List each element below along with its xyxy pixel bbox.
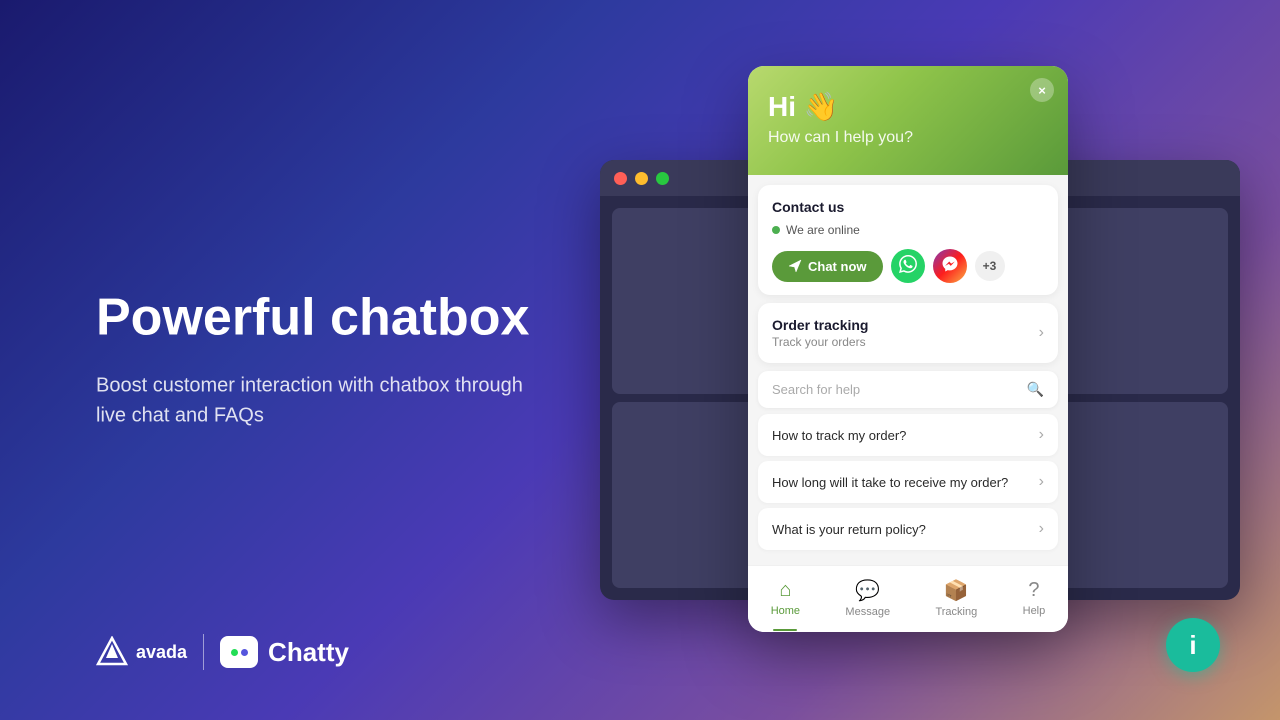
nav-message[interactable]: 💬 Message xyxy=(829,574,906,622)
faq-item-2[interactable]: How long will it take to receive my orde… xyxy=(758,461,1058,503)
sub-text: Boost customer interaction with chatbox … xyxy=(96,371,556,431)
info-button[interactable]: i xyxy=(1166,618,1220,672)
nav-help-label: Help xyxy=(1023,605,1046,617)
browser-dot-yellow xyxy=(635,172,648,185)
chat-now-button[interactable]: Chat now xyxy=(772,251,883,282)
main-heading: Powerful chatbox xyxy=(96,289,556,346)
online-dot xyxy=(772,226,780,234)
avada-label: avada xyxy=(136,642,187,663)
search-container[interactable]: Search for help 🔍 xyxy=(758,371,1058,408)
chatty-icon xyxy=(220,636,258,668)
faq-item-3[interactable]: What is your return policy? › xyxy=(758,508,1058,550)
order-tracking-title: Order tracking xyxy=(772,317,868,333)
nav-help[interactable]: ? Help xyxy=(1007,575,1062,621)
search-icon: 🔍 xyxy=(1027,381,1044,398)
chat-subgreeting: How can I help you? xyxy=(768,129,1048,147)
more-channels-button[interactable]: +3 xyxy=(975,251,1005,281)
logo-divider xyxy=(203,634,204,670)
faq-chevron-1: › xyxy=(1039,426,1044,444)
tracking-icon: 📦 xyxy=(944,578,969,603)
chat-header: × Hi 👋 How can I help you? xyxy=(748,66,1068,175)
nav-tracking[interactable]: 📦 Tracking xyxy=(919,574,993,622)
send-icon xyxy=(788,259,802,273)
avada-logo: avada xyxy=(96,636,187,668)
help-icon: ? xyxy=(1028,579,1039,602)
order-tracking-card[interactable]: Order tracking Track your orders › xyxy=(758,303,1058,363)
whatsapp-button[interactable] xyxy=(891,249,925,283)
online-status: We are online xyxy=(772,223,1044,237)
faq-text-3: What is your return policy? xyxy=(772,522,926,537)
chat-greeting: Hi 👋 xyxy=(768,90,1048,123)
close-button[interactable]: × xyxy=(1030,78,1054,102)
logo-area: avada Chatty xyxy=(96,634,349,670)
online-text: We are online xyxy=(786,223,860,237)
left-content: Powerful chatbox Boost customer interact… xyxy=(96,289,556,430)
nav-message-label: Message xyxy=(845,606,890,618)
nav-tracking-label: Tracking xyxy=(935,606,977,618)
chatty-dot-2 xyxy=(241,649,248,656)
messenger-button[interactable] xyxy=(933,249,967,283)
order-tracking-chevron: › xyxy=(1039,324,1044,342)
chat-body: Contact us We are online Chat now xyxy=(748,175,1068,565)
faq-chevron-2: › xyxy=(1039,473,1044,491)
nav-home[interactable]: ⌂ Home xyxy=(755,575,816,621)
faq-chevron-3: › xyxy=(1039,520,1044,538)
order-card-content: Order tracking Track your orders xyxy=(772,317,868,349)
chatty-label: Chatty xyxy=(268,637,349,668)
chat-now-label: Chat now xyxy=(808,259,867,274)
whatsapp-icon xyxy=(899,255,917,278)
contact-actions: Chat now +3 xyxy=(772,249,1044,283)
chatty-dot-1 xyxy=(231,649,238,656)
messenger-icon xyxy=(941,255,959,278)
chat-nav: ⌂ Home 💬 Message 📦 Tracking ? Help xyxy=(748,565,1068,632)
nav-home-label: Home xyxy=(771,605,800,617)
chatty-logo: Chatty xyxy=(220,636,349,668)
faq-text-1: How to track my order? xyxy=(772,428,906,443)
contact-title: Contact us xyxy=(772,199,1044,215)
home-icon: ⌂ xyxy=(779,579,791,602)
browser-dot-green xyxy=(656,172,669,185)
info-icon: i xyxy=(1189,630,1196,661)
avada-icon xyxy=(96,636,128,668)
chat-widget: × Hi 👋 How can I help you? Contact us We… xyxy=(748,66,1068,632)
order-tracking-subtitle: Track your orders xyxy=(772,335,868,349)
search-placeholder: Search for help xyxy=(772,382,860,397)
message-icon: 💬 xyxy=(855,578,880,603)
contact-card: Contact us We are online Chat now xyxy=(758,185,1058,295)
faq-item-1[interactable]: How to track my order? › xyxy=(758,414,1058,456)
faq-text-2: How long will it take to receive my orde… xyxy=(772,475,1008,490)
browser-dot-red xyxy=(614,172,627,185)
